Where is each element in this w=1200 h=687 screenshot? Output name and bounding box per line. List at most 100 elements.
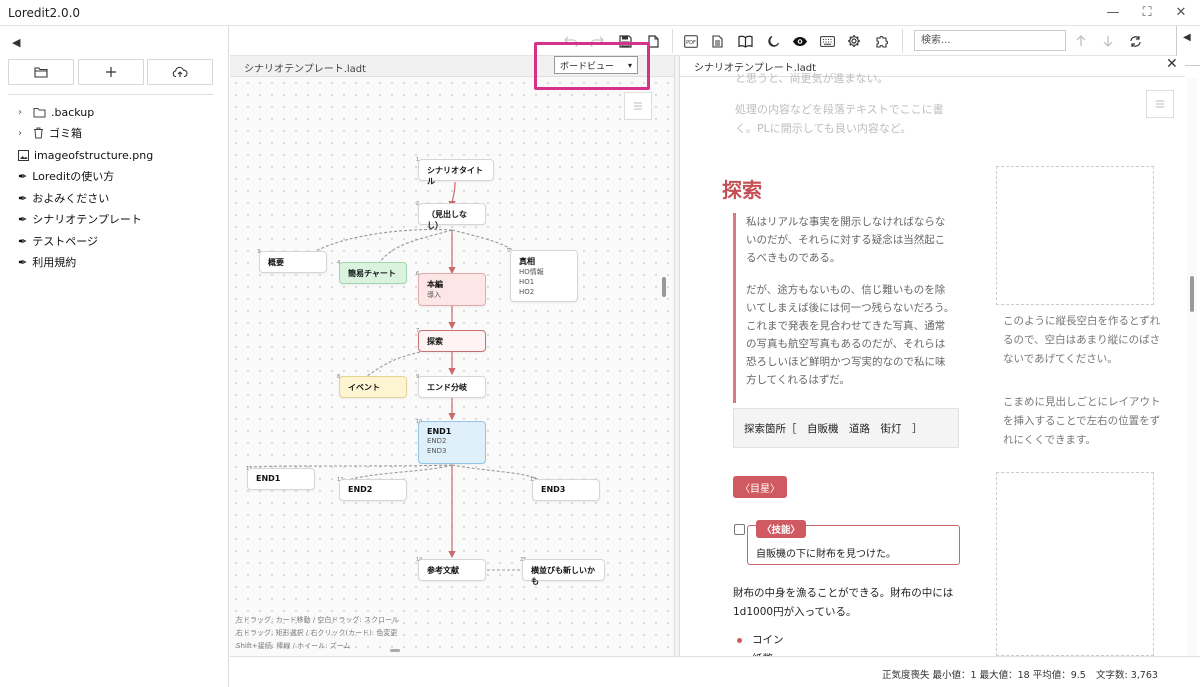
plugin-puzzle-icon[interactable] [873,32,891,50]
tree-item-testpage[interactable]: ✒ テストページ [18,231,98,251]
export-pdf-icon[interactable]: PDF [682,32,700,50]
empty-layout-block [996,166,1154,305]
close-window-icon[interactable]: ✕ [1166,3,1196,23]
open-folder-icon [34,67,48,78]
board-horizontal-scrollbar[interactable] [390,649,400,652]
replace-icon[interactable] [1126,32,1144,50]
card-title: END1 [427,427,452,436]
search-input[interactable] [914,30,1066,51]
lines-icon [634,102,642,110]
tree-item-template[interactable]: ✒ シナリオテンプレート [18,209,142,229]
card-title: 真相 [519,257,535,266]
blockquote: 私はリアルな事実を開示しなければならないのだが、それらに対する疑念は当然起こるべ… [733,213,955,403]
card-overview[interactable]: 概要 [259,251,327,273]
skill-badge-spot-hidden: 〈目星〉 [733,476,787,498]
preview-scroll-track[interactable] [1187,78,1197,656]
preview-scroll-thumb[interactable] [1190,276,1194,312]
tree-item-readme[interactable]: ✒ およみください [18,188,109,208]
quill-icon: ✒ [18,212,28,226]
image-file-icon [18,149,29,161]
quill-icon: ✒ [18,191,28,205]
search-next-arrow-icon[interactable] [1099,32,1117,50]
card-title: 本編 [427,280,443,289]
quill-icon: ✒ [18,255,28,269]
tree-item-image[interactable]: imageofstructure.png [18,145,153,165]
board-hint: 左ドラッグ: カード移動 / 空白ドラッグ: スクロール [236,616,399,624]
card-truth[interactable]: 真相 HO情報 HO1 HO2 [510,250,578,302]
preview-pane: シナリオテンプレート.ladt ✕ と思うと、尚更気が進まない。 処理の内容など… [680,56,1200,656]
tree-item-label: .backup [51,105,95,119]
app-title: Loredit2.0.0 [8,6,81,20]
card-subitem: END3 [427,447,447,455]
cloud-upload-button[interactable] [147,59,213,85]
board-canvas[interactable]: 1 シナリオタイトル 2 （見出しなし） 3 概要 4 簡易チャート 6 本編 … [230,77,674,656]
section-heading: 探索 [722,178,762,202]
cloud-upload-icon [172,66,188,78]
dark-mode-icon[interactable] [764,32,782,50]
card-event[interactable]: イベント [339,376,407,398]
tree-item-backup[interactable]: › .backup [18,102,94,122]
chevron-right-icon: › [18,127,22,139]
lines-icon [1156,100,1164,108]
main-toolbar: PDF ◀ [230,26,1200,66]
status-bar: 正気度喪失 最小値：1 最大値：18 平均値：9.5 文字数: 3,763 [230,656,1200,687]
trash-icon [34,127,43,139]
card-endings[interactable]: END1 END2 END3 [418,421,486,464]
search-prev-arrow-icon[interactable] [1072,32,1090,50]
skill-checkbox[interactable] [734,524,745,535]
tree-item-terms[interactable]: ✒ 利用規約 [18,252,76,272]
card-no-heading[interactable]: （見出しなし） [418,203,486,230]
card-subitem: 導入 [427,291,441,299]
tree-item-label: ゴミ箱 [49,127,82,140]
board-vertical-scrollbar[interactable] [662,277,666,297]
card-main-story[interactable]: 本編 導入 [418,273,486,306]
quote-paragraph: だが、途方もないもの、信じ難いものを除いてしまえば後には何一つ残らないだろう。こ… [746,284,955,386]
card-end2[interactable]: END2 [339,479,407,501]
card-scenario-title[interactable]: シナリオタイトル [418,159,494,186]
faded-text: と思うと、尚更気が進まない。 [735,72,889,85]
board-hint: 右ドラッグ: 矩形選択 / 右クリック(カード): 色変更 [236,629,398,637]
card-end1[interactable]: END1 [247,468,315,490]
preview-outline-button[interactable] [1146,90,1174,118]
keyboard-icon[interactable] [818,32,836,50]
card-title: エンド分岐 [427,383,467,392]
list-item-text: コイン [752,634,784,646]
tree-item-label: およみください [32,192,110,205]
card-title: 簡易チャート [348,269,396,278]
new-file-button[interactable] [78,59,144,85]
collapse-right-icon: ◀ [1183,32,1191,43]
tree-item-label: テストページ [32,235,98,248]
card-explore[interactable]: 探索 [418,330,486,352]
card-simple-chart[interactable]: 簡易チャート [339,262,407,284]
tree-item-howto[interactable]: ✒ Loreditの使い方 [18,166,114,186]
side-note: このように縦長空白を作るとずれるので、空白はあまり縦にのばさないであげてください… [1003,315,1161,365]
minimize-icon[interactable]: — [1098,3,1128,23]
preview-eye-icon[interactable] [791,32,809,50]
card-subitem: HO1 [519,278,535,286]
annotation-highlight-box [534,42,650,90]
tree-item-trash[interactable]: › ゴミ箱 [18,123,82,143]
sidebar-collapse-icon[interactable]: ◀ [12,36,20,49]
board-filename: シナリオテンプレート.ladt [244,64,367,75]
card-title: イベント [348,383,380,392]
card-references[interactable]: 参考文献 [418,559,486,581]
skill-tag: 〈技能〉 [756,520,807,538]
open-folder-button[interactable] [8,59,74,85]
card-side-by-side[interactable]: 横並びも新しいかも [522,559,605,586]
explore-locations-box: 探索箇所［ 自販機 道路 街灯 ］ [733,408,959,448]
card-end-branch[interactable]: エンド分岐 [418,376,486,398]
card-title: END2 [348,485,373,494]
close-tab-icon[interactable]: ✕ [1166,56,1178,72]
file-sidebar: ◀ › .backup › ゴミ箱 imageofstructure.png ✒… [0,26,229,687]
settings-gear-icon[interactable] [845,32,863,50]
split-view-icon[interactable] [736,32,754,50]
maximize-icon[interactable]: ⛶ [1132,3,1162,23]
board-outline-button[interactable] [624,92,652,120]
board-hint: Shift+接続: 棒線 / ホイール: ズーム [236,642,351,650]
toolbar-divider [672,29,673,53]
empty-layout-block [996,472,1154,656]
document-icon[interactable] [708,32,726,50]
card-end3[interactable]: END3 [532,479,600,501]
body-paragraph: 財布の中身を漁ることができる。財布の中には1d1000円が入っている。 [733,587,954,618]
board-pane: シナリオテンプレート.ladt 1 シナリオタイトル 2 （見 [230,42,674,656]
